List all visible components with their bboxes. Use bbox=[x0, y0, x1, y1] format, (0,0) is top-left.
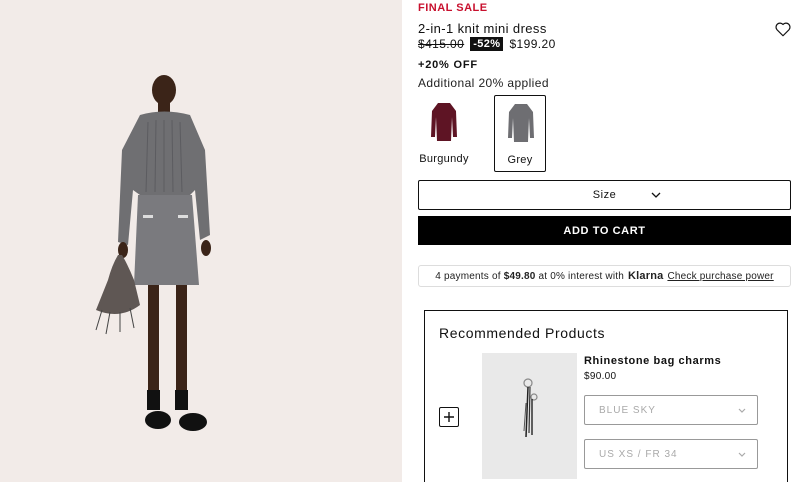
product-photo bbox=[0, 0, 402, 482]
original-price: $415.00 bbox=[418, 37, 465, 51]
add-to-cart-button[interactable]: ADD TO CART bbox=[418, 216, 791, 245]
recommended-heading: Recommended Products bbox=[439, 325, 606, 341]
klarna-amount: $49.80 bbox=[503, 270, 536, 282]
recommended-product-image[interactable] bbox=[482, 353, 577, 479]
product-details: FINAL SALE 2-in-1 knit mini dress $415.0… bbox=[402, 0, 800, 482]
color-select-value: BLUE SKY bbox=[599, 404, 656, 416]
klarna-middle: at 0% interest with bbox=[538, 270, 624, 282]
extra-discount-label: +20% OFF bbox=[418, 59, 478, 71]
size-select[interactable]: Size bbox=[418, 180, 791, 210]
final-sale-badge: FINAL SALE bbox=[418, 2, 488, 14]
recommended-color-select[interactable]: BLUE SKY bbox=[584, 395, 758, 425]
recommended-product-name[interactable]: Rhinestone bag charms bbox=[584, 355, 721, 367]
price-row: $415.00 -52% $199.20 bbox=[418, 37, 556, 51]
recommended-product-price: $90.00 bbox=[584, 371, 617, 382]
add-recommended-button[interactable] bbox=[439, 407, 459, 427]
color-label: Grey bbox=[507, 154, 533, 166]
color-swatch-burgundy[interactable]: Burgundy bbox=[418, 95, 470, 172]
plus-icon bbox=[444, 412, 454, 422]
chevron-down-icon bbox=[738, 452, 746, 457]
bag-charm-illustration bbox=[523, 378, 538, 438]
sale-price: $199.20 bbox=[509, 37, 556, 51]
klarna-logo: Klarna bbox=[628, 270, 664, 282]
klarna-prefix: 4 payments of bbox=[435, 270, 501, 282]
product-title: 2-in-1 knit mini dress bbox=[418, 21, 547, 36]
color-swatch-grey[interactable]: Grey bbox=[494, 95, 546, 172]
recommended-size-select[interactable]: US XS / FR 34 bbox=[584, 439, 758, 469]
burgundy-dress-thumbnail bbox=[431, 103, 457, 141]
grey-dress-thumbnail bbox=[508, 104, 534, 142]
klarna-banner: 4 payments of $49.80 at 0% interest with… bbox=[418, 265, 791, 287]
model-illustration bbox=[0, 0, 402, 482]
discount-badge: -52% bbox=[470, 37, 504, 51]
color-label: Burgundy bbox=[419, 153, 469, 165]
chevron-down-icon bbox=[738, 408, 746, 413]
extra-discount-note: Additional 20% applied bbox=[418, 76, 549, 90]
size-select-value: US XS / FR 34 bbox=[599, 448, 678, 460]
heart-icon[interactable] bbox=[774, 20, 792, 38]
size-select-label: Size bbox=[592, 189, 617, 201]
recommended-products: Recommended Products Rhinestone bag char… bbox=[424, 310, 788, 482]
check-purchase-power-link[interactable]: Check purchase power bbox=[667, 271, 773, 282]
chevron-down-icon bbox=[651, 192, 661, 198]
